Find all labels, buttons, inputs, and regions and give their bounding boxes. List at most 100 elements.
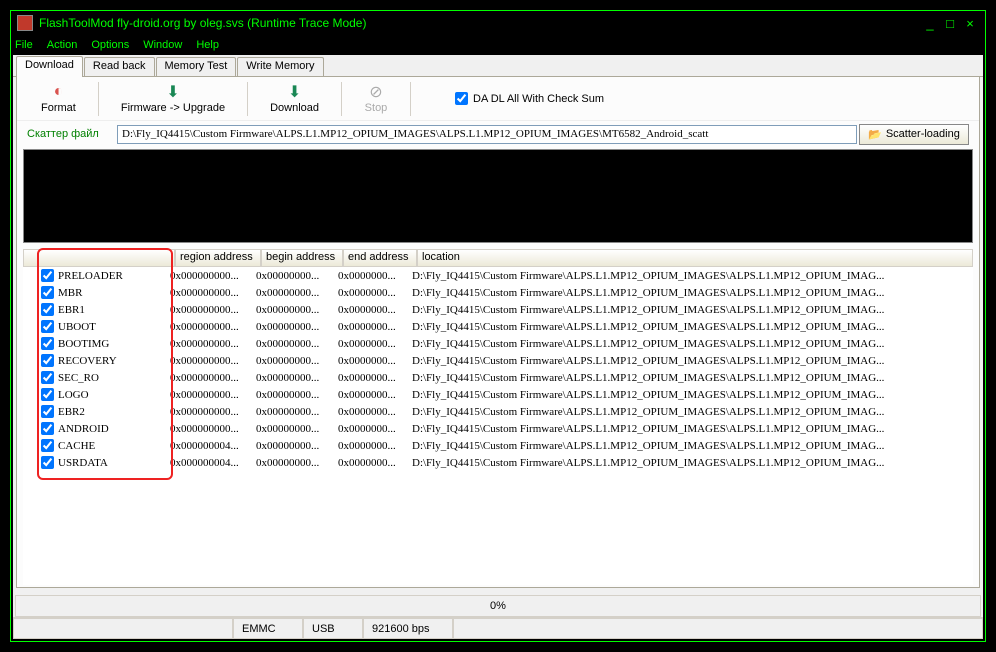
tab-memory-test[interactable]: Memory Test — [156, 57, 237, 76]
tab-readback[interactable]: Read back — [84, 57, 155, 76]
partition-row[interactable]: PRELOADER0x000000000...0x00000000...0x00… — [23, 267, 973, 284]
partition-region: 0x000000000... — [170, 389, 256, 401]
partition-checkbox[interactable] — [41, 269, 54, 282]
close-button[interactable]: × — [961, 16, 979, 30]
menu-window[interactable]: Window — [143, 39, 182, 51]
partition-begin: 0x00000000... — [256, 338, 338, 350]
partition-begin: 0x00000000... — [256, 270, 338, 282]
partition-region: 0x000000000... — [170, 355, 256, 367]
tab-write-memory[interactable]: Write Memory — [237, 57, 323, 76]
status-usb: USB — [303, 618, 363, 639]
statusbar: EMMC USB 921600 bps — [13, 617, 983, 639]
col-end[interactable]: end address — [343, 249, 417, 267]
col-location[interactable]: location — [417, 249, 973, 267]
menu-action[interactable]: Action — [47, 39, 78, 51]
partition-end: 0x0000000... — [338, 389, 412, 401]
partition-row[interactable]: UBOOT0x000000000...0x00000000...0x000000… — [23, 318, 973, 335]
partition-name: SEC_RO — [58, 372, 170, 384]
partition-location: D:\Fly_IQ4415\Custom Firmware\ALPS.L1.MP… — [412, 355, 973, 367]
client-area: Download Read back Memory Test Write Mem… — [13, 55, 983, 639]
folder-icon: 📂 — [868, 128, 882, 141]
app-icon — [17, 15, 33, 31]
maximize-button[interactable]: □ — [941, 16, 959, 30]
partition-region: 0x000000004... — [170, 457, 256, 469]
format-button[interactable]: ◐ Format — [23, 81, 94, 116]
partition-region: 0x000000000... — [170, 321, 256, 333]
partition-checkbox[interactable] — [41, 286, 54, 299]
partition-list-header: region address begin address end address… — [23, 249, 973, 267]
partition-region: 0x000000000... — [170, 372, 256, 384]
partition-region: 0x000000000... — [170, 423, 256, 435]
partition-end: 0x0000000... — [338, 287, 412, 299]
partition-location: D:\Fly_IQ4415\Custom Firmware\ALPS.L1.MP… — [412, 321, 973, 333]
toolbar: ◐ Format ⬇ Firmware -> Upgrade ⬇ Downloa… — [17, 77, 979, 121]
partition-row[interactable]: BOOTIMG0x000000000...0x00000000...0x0000… — [23, 335, 973, 352]
partition-checkbox[interactable] — [41, 371, 54, 384]
partition-location: D:\Fly_IQ4415\Custom Firmware\ALPS.L1.MP… — [412, 270, 973, 282]
download-button[interactable]: ⬇ Download — [252, 81, 337, 116]
menubar: File Action Options Window Help — [11, 35, 985, 55]
partition-begin: 0x00000000... — [256, 406, 338, 418]
stop-icon: ⊘ — [367, 83, 385, 101]
tab-download[interactable]: Download — [16, 56, 83, 77]
partition-row[interactable]: USRDATA0x000000004...0x00000000...0x0000… — [23, 454, 973, 471]
partition-row[interactable]: ANDROID0x000000000...0x00000000...0x0000… — [23, 420, 973, 437]
upgrade-icon: ⬇ — [164, 83, 182, 101]
partition-row[interactable]: LOGO0x000000000...0x00000000...0x0000000… — [23, 386, 973, 403]
partition-checkbox[interactable] — [41, 388, 54, 401]
scatter-path-input[interactable] — [117, 125, 857, 144]
minimize-button[interactable]: _ — [921, 16, 939, 30]
partition-checkbox[interactable] — [41, 422, 54, 435]
partition-name: EBR1 — [58, 304, 170, 316]
partition-name: EBR2 — [58, 406, 170, 418]
partition-checkbox[interactable] — [41, 303, 54, 316]
menu-file[interactable]: File — [15, 39, 33, 51]
partition-begin: 0x00000000... — [256, 372, 338, 384]
partition-name: ANDROID — [58, 423, 170, 435]
download-icon: ⬇ — [286, 83, 304, 101]
partition-name: PRELOADER — [58, 270, 170, 282]
menu-options[interactable]: Options — [91, 39, 129, 51]
scatter-loading-button[interactable]: 📂 Scatter-loading — [859, 124, 969, 145]
partition-name: RECOVERY — [58, 355, 170, 367]
log-area — [23, 149, 973, 243]
firmware-upgrade-button[interactable]: ⬇ Firmware -> Upgrade — [103, 81, 243, 116]
partition-name: USRDATA — [58, 457, 170, 469]
partition-checkbox[interactable] — [41, 405, 54, 418]
col-begin[interactable]: begin address — [261, 249, 343, 267]
partition-location: D:\Fly_IQ4415\Custom Firmware\ALPS.L1.MP… — [412, 423, 973, 435]
partition-region: 0x000000000... — [170, 270, 256, 282]
partition-begin: 0x00000000... — [256, 321, 338, 333]
partition-row[interactable]: EBR20x000000000...0x00000000...0x0000000… — [23, 403, 973, 420]
partition-row[interactable]: CACHE0x000000004...0x00000000...0x000000… — [23, 437, 973, 454]
partition-end: 0x0000000... — [338, 270, 412, 282]
da-dl-checksum-checkbox[interactable] — [455, 92, 468, 105]
partition-checkbox[interactable] — [41, 439, 54, 452]
da-dl-checksum-label: DA DL All With Check Sum — [473, 93, 604, 105]
partition-end: 0x0000000... — [338, 457, 412, 469]
partition-end: 0x0000000... — [338, 355, 412, 367]
col-region[interactable]: region address — [175, 249, 261, 267]
partition-name: UBOOT — [58, 321, 170, 333]
partition-begin: 0x00000000... — [256, 389, 338, 401]
partition-begin: 0x00000000... — [256, 304, 338, 316]
app-window: FlashToolMod fly-droid.org by oleg.svs (… — [10, 10, 986, 642]
partition-checkbox[interactable] — [41, 354, 54, 367]
partition-name: BOOTIMG — [58, 338, 170, 350]
partition-checkbox[interactable] — [41, 337, 54, 350]
format-icon: ◐ — [49, 83, 67, 101]
stop-button[interactable]: ⊘ Stop — [346, 81, 406, 116]
partition-row[interactable]: EBR10x000000000...0x00000000...0x0000000… — [23, 301, 973, 318]
partition-row[interactable]: SEC_RO0x000000000...0x00000000...0x00000… — [23, 369, 973, 386]
partition-row[interactable]: RECOVERY0x000000000...0x00000000...0x000… — [23, 352, 973, 369]
status-emmc: EMMC — [233, 618, 303, 639]
col-name[interactable] — [23, 249, 175, 267]
menu-help[interactable]: Help — [196, 39, 219, 51]
titlebar[interactable]: FlashToolMod fly-droid.org by oleg.svs (… — [11, 11, 985, 35]
partition-checkbox[interactable] — [41, 320, 54, 333]
partition-region: 0x000000004... — [170, 440, 256, 452]
partition-row[interactable]: MBR0x000000000...0x00000000...0x0000000.… — [23, 284, 973, 301]
partition-checkbox[interactable] — [41, 456, 54, 469]
partition-location: D:\Fly_IQ4415\Custom Firmware\ALPS.L1.MP… — [412, 440, 973, 452]
partition-location: D:\Fly_IQ4415\Custom Firmware\ALPS.L1.MP… — [412, 372, 973, 384]
